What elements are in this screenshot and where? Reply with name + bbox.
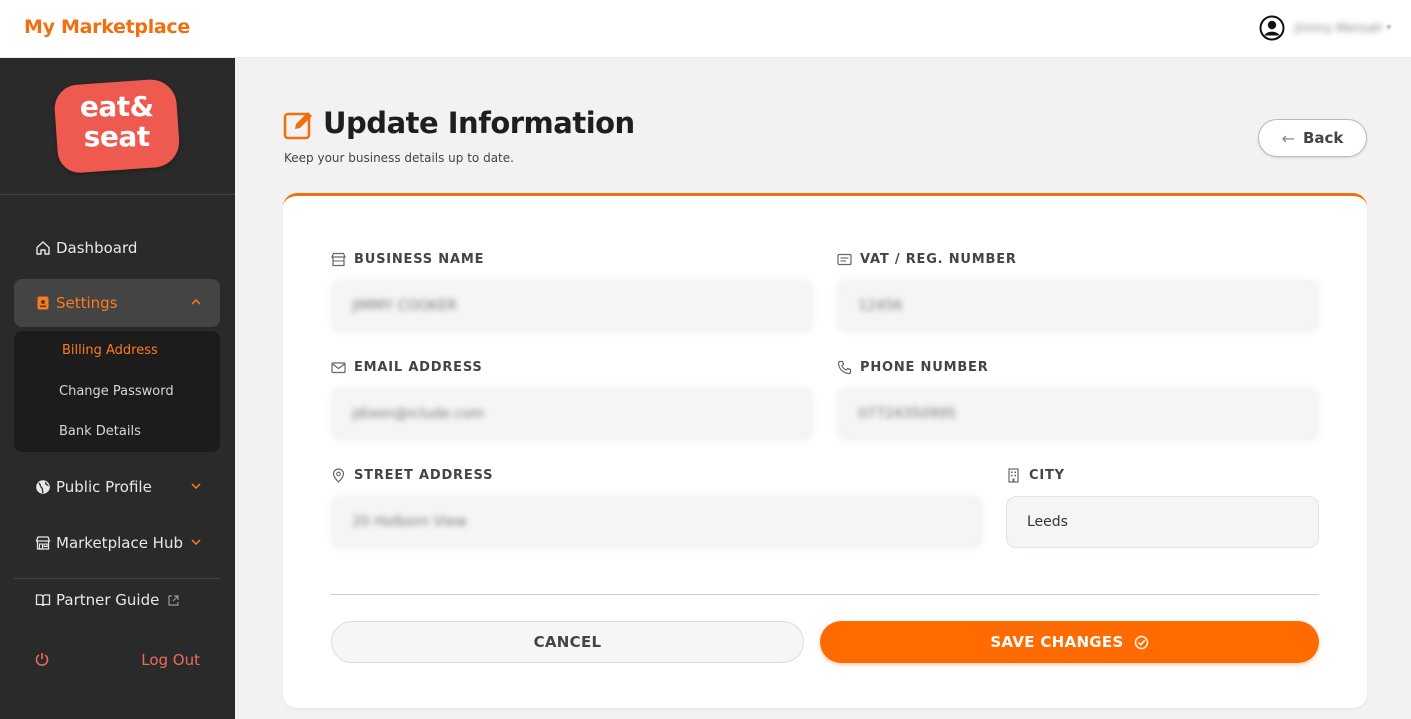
sidebar-item-label: Partner Guide (56, 591, 160, 609)
store-icon (331, 252, 346, 267)
globe-icon (34, 478, 52, 496)
phone-label: PHONE NUMBER (837, 360, 989, 375)
user-menu[interactable]: Jimmy Mensah ▾ (1259, 15, 1391, 41)
logo-line-1: eat& (79, 90, 154, 124)
user-name[interactable]: Jimmy Mensah (1295, 21, 1383, 35)
street-address-input[interactable] (331, 496, 982, 548)
logout-button[interactable]: Log Out (14, 642, 220, 678)
user-caret-icon[interactable]: ▾ (1386, 23, 1391, 33)
building-icon (1008, 468, 1019, 483)
sidebar-item-label: Dashboard (56, 239, 138, 257)
sidebar-item-settings[interactable]: Settings (14, 279, 220, 327)
arrow-left-icon: ← (1281, 128, 1295, 148)
business-name-input[interactable] (331, 280, 813, 332)
sidebar-item-label: Settings (56, 294, 118, 312)
page-subtitle: Keep your business details up to date. (284, 151, 514, 165)
submenu-billing-address[interactable]: Billing Address (62, 343, 158, 358)
top-bar: My Marketplace Jimmy Mensah ▾ (0, 0, 1411, 58)
business-name-label: BUSINESS NAME (331, 252, 484, 267)
chevron-down-icon (191, 539, 201, 546)
logo[interactable]: eat& seat (53, 77, 181, 175)
sidebar-item-public-profile[interactable]: Public Profile (14, 463, 220, 511)
power-icon (35, 653, 49, 666)
city-input[interactable] (1006, 496, 1319, 548)
save-changes-button[interactable]: SAVE CHANGES (820, 621, 1319, 663)
brand-title[interactable]: My Marketplace (24, 16, 190, 38)
phone-icon (837, 360, 852, 375)
external-link-icon (168, 594, 179, 606)
chevron-up-icon (191, 298, 201, 305)
storefront-icon (34, 534, 52, 552)
back-button[interactable]: ← Back (1258, 119, 1367, 157)
submenu-change-password[interactable]: Change Password (59, 384, 174, 399)
city-label: CITY (1006, 468, 1065, 483)
sidebar-item-label: Public Profile (56, 478, 152, 496)
check-circle-icon (1134, 635, 1148, 649)
settings-badge-icon (34, 294, 52, 312)
email-input[interactable] (331, 388, 813, 440)
vat-label: VAT / REG. NUMBER (837, 252, 1017, 267)
settings-submenu: Billing Address Change Password Bank Det… (14, 331, 220, 452)
page-title: Update Information (323, 106, 635, 140)
sidebar-item-marketplace-hub[interactable]: Marketplace Hub (14, 519, 220, 567)
logo-line-2: seat (83, 120, 150, 154)
id-card-icon (837, 253, 852, 266)
map-pin-icon (332, 468, 345, 483)
save-changes-label: SAVE CHANGES (990, 633, 1124, 651)
street-address-label: STREET ADDRESS (331, 468, 493, 483)
logo-area: eat& seat (0, 58, 235, 195)
form-card: BUSINESS NAME VAT / REG. NUMBER EMAIL AD… (283, 193, 1367, 708)
user-avatar-icon[interactable] (1259, 15, 1285, 41)
cancel-button[interactable]: CANCEL (331, 621, 804, 663)
submenu-bank-details[interactable]: Bank Details (59, 424, 141, 439)
logout-label: Log Out (141, 651, 200, 669)
book-open-icon (34, 591, 52, 609)
edit-icon (283, 112, 312, 140)
form-divider (331, 594, 1319, 595)
sidebar-item-label: Marketplace Hub (56, 534, 183, 552)
chevron-down-icon (191, 483, 201, 490)
phone-input[interactable] (837, 388, 1319, 440)
email-label: EMAIL ADDRESS (331, 360, 483, 375)
sidebar-item-partner-guide[interactable]: Partner Guide (14, 576, 220, 624)
home-icon (34, 239, 52, 257)
back-button-label: Back (1302, 129, 1344, 147)
sidebar-item-dashboard[interactable]: Dashboard (14, 224, 220, 272)
mail-icon (331, 362, 346, 374)
vat-input[interactable] (837, 280, 1319, 332)
